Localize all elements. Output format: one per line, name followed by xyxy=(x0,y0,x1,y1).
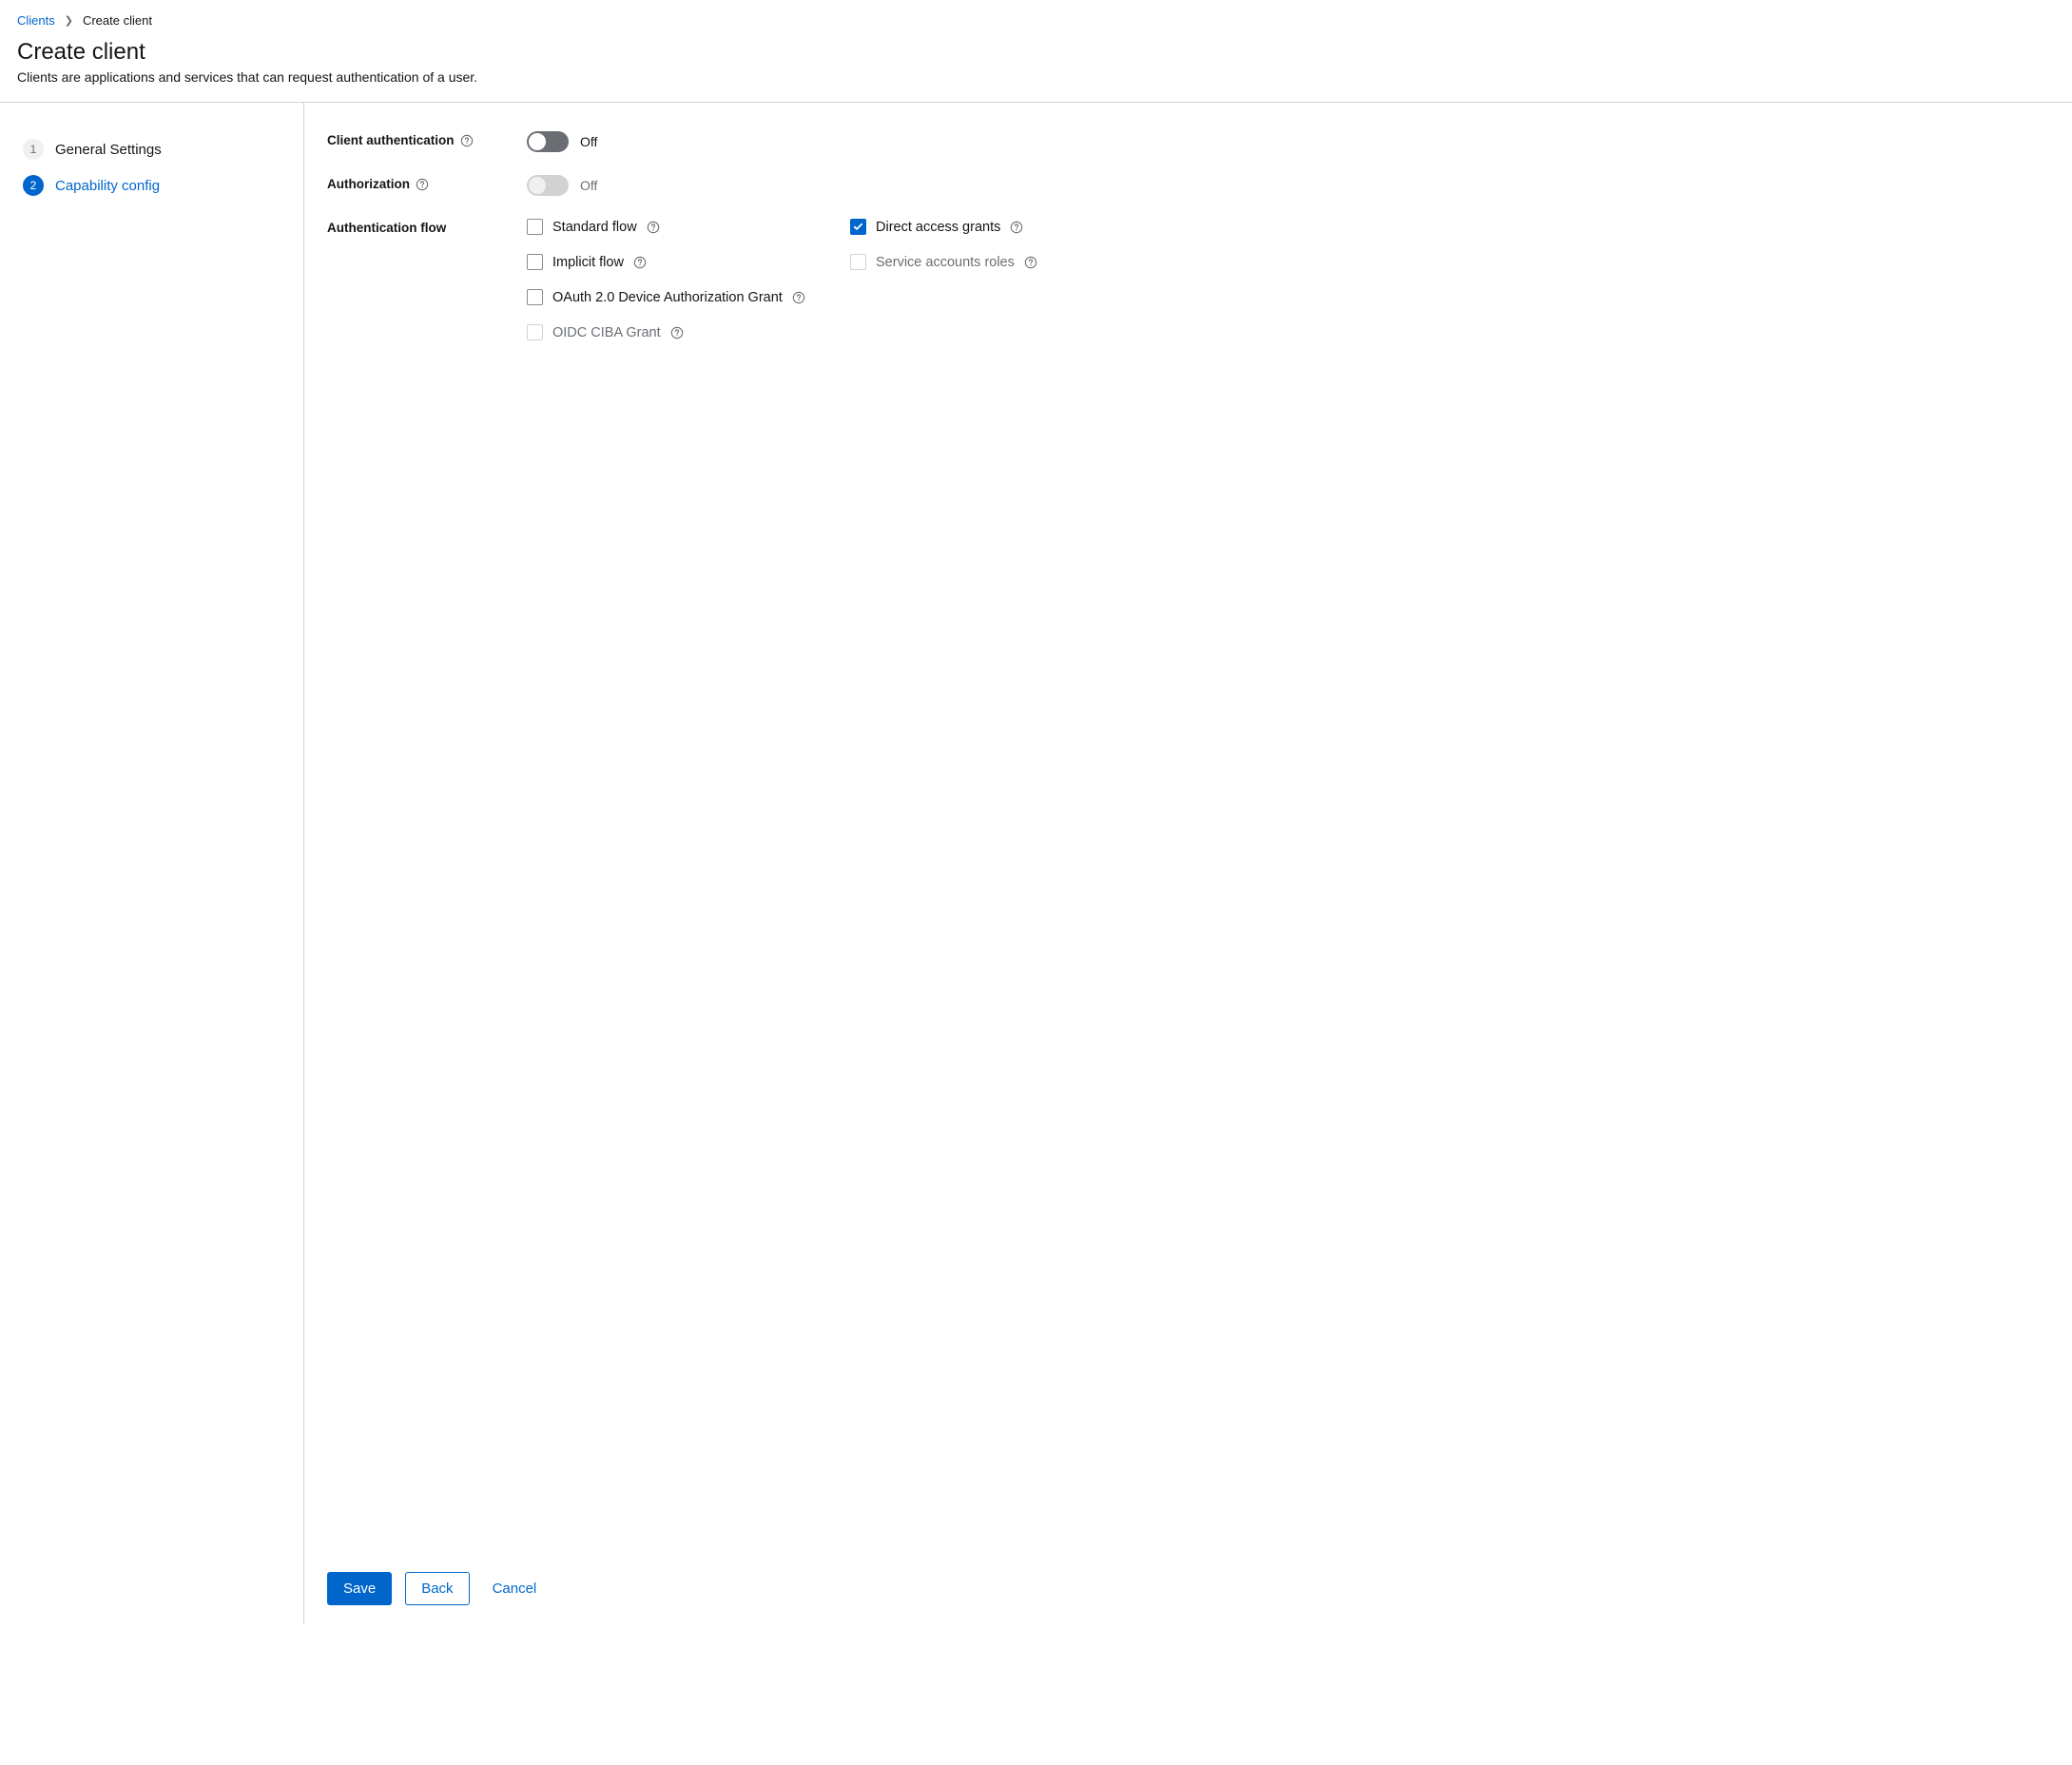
oauth-device-grant-checkbox[interactable] xyxy=(527,289,543,305)
help-icon[interactable] xyxy=(460,134,474,147)
implicit-flow-checkbox[interactable] xyxy=(527,254,543,270)
oauth-device-grant-option: OAuth 2.0 Device Authorization Grant xyxy=(527,289,1278,305)
form-area: Client authentication Off Authorization xyxy=(304,103,2072,1624)
step-badge: 1 xyxy=(23,139,44,160)
step-badge: 2 xyxy=(23,175,44,196)
standard-flow-checkbox[interactable] xyxy=(527,219,543,235)
direct-access-grants-checkbox[interactable] xyxy=(850,219,866,235)
standard-flow-option: Standard flow xyxy=(527,219,850,235)
client-authentication-label: Client authentication xyxy=(327,131,527,147)
client-authentication-toggle[interactable] xyxy=(527,131,569,152)
checkbox-label: Standard flow xyxy=(552,220,637,235)
wizard-footer: Save Back Cancel xyxy=(327,1534,2049,1605)
oidc-ciba-grant-option: OIDC CIBA Grant xyxy=(527,324,1278,340)
toggle-knob xyxy=(529,177,546,194)
checkbox-label: Implicit flow xyxy=(552,255,624,270)
help-icon[interactable] xyxy=(416,178,429,191)
page-description: Clients are applications and services th… xyxy=(17,69,2055,85)
breadcrumb-current: Create client xyxy=(83,13,152,28)
help-icon[interactable] xyxy=(792,291,805,304)
checkbox-label: Direct access grants xyxy=(876,220,1000,235)
help-icon[interactable] xyxy=(633,256,647,269)
back-button[interactable]: Back xyxy=(405,1572,469,1605)
help-icon[interactable] xyxy=(1010,221,1023,234)
step-label: General Settings xyxy=(55,142,162,158)
checkbox-label: OAuth 2.0 Device Authorization Grant xyxy=(552,290,783,305)
wizard-step-capability-config[interactable]: 2 Capability config xyxy=(23,167,281,204)
help-icon[interactable] xyxy=(647,221,660,234)
breadcrumb-parent-link[interactable]: Clients xyxy=(17,13,55,28)
checkbox-label: Service accounts roles xyxy=(876,255,1015,270)
label-text: Authorization xyxy=(327,177,410,191)
toggle-knob xyxy=(529,133,546,150)
label-text: Client authentication xyxy=(327,133,455,147)
label-text: Authentication flow xyxy=(327,221,446,235)
wizard-nav: 1 General Settings 2 Capability config xyxy=(0,103,304,1624)
checkbox-label: OIDC CIBA Grant xyxy=(552,325,661,340)
oidc-ciba-grant-checkbox xyxy=(527,324,543,340)
authorization-label: Authorization xyxy=(327,175,527,191)
authentication-flow-label: Authentication flow xyxy=(327,219,527,235)
service-accounts-roles-option: Service accounts roles xyxy=(850,254,1278,270)
toggle-state-text: Off xyxy=(580,134,597,149)
help-icon[interactable] xyxy=(670,326,684,339)
cancel-button[interactable]: Cancel xyxy=(483,1573,547,1604)
service-accounts-roles-checkbox xyxy=(850,254,866,270)
authorization-toggle xyxy=(527,175,569,196)
breadcrumb: Clients ❯ Create client xyxy=(0,0,2072,35)
page-title: Create client xyxy=(17,39,2055,66)
step-label: Capability config xyxy=(55,178,160,194)
toggle-state-text: Off xyxy=(580,178,597,193)
chevron-right-icon: ❯ xyxy=(65,14,73,27)
wizard-step-general-settings[interactable]: 1 General Settings xyxy=(23,131,281,167)
help-icon[interactable] xyxy=(1024,256,1037,269)
direct-access-grants-option: Direct access grants xyxy=(850,219,1278,235)
implicit-flow-option: Implicit flow xyxy=(527,254,850,270)
save-button[interactable]: Save xyxy=(327,1572,392,1605)
